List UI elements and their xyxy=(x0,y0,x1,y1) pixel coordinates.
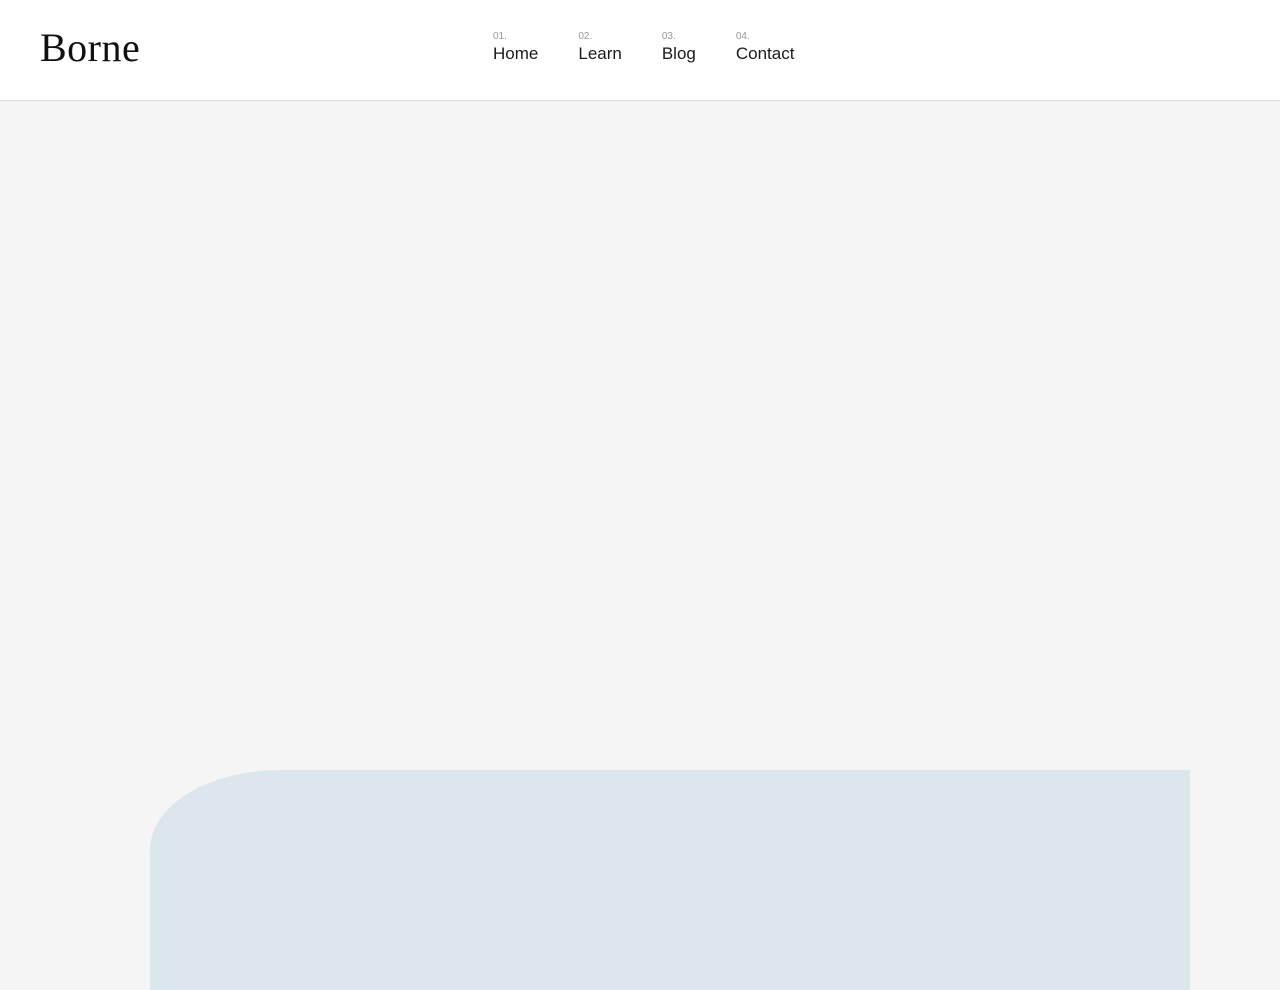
nav-item-learn[interactable]: 02. Learn xyxy=(578,31,621,65)
nav-item-number: 01. xyxy=(493,31,507,42)
nav-item-label: Learn xyxy=(578,44,622,63)
nav-item-blog[interactable]: 03. Blog xyxy=(662,31,696,65)
nav-item-number: 03. xyxy=(661,31,676,42)
brand-logo[interactable]: Borne xyxy=(40,26,140,70)
nav-item-number: 04. xyxy=(735,31,750,42)
site-header: Borne 01. Home 02. Learn 03. Blog 04. Co… xyxy=(0,0,1280,101)
hero-section xyxy=(0,101,1280,990)
nav-item-number: 02. xyxy=(578,31,593,42)
hero-decorative-shape xyxy=(150,770,1190,990)
nav-item-label: Blog xyxy=(661,44,696,63)
nav-item-home[interactable]: 01. Home xyxy=(493,31,538,65)
nav-item-contact[interactable]: 04. Contact xyxy=(736,31,795,65)
main-nav: 01. Home 02. Learn 03. Blog 04. Contact xyxy=(493,31,794,65)
nav-item-label: Contact xyxy=(735,44,795,63)
nav-item-label: Home xyxy=(493,44,539,63)
